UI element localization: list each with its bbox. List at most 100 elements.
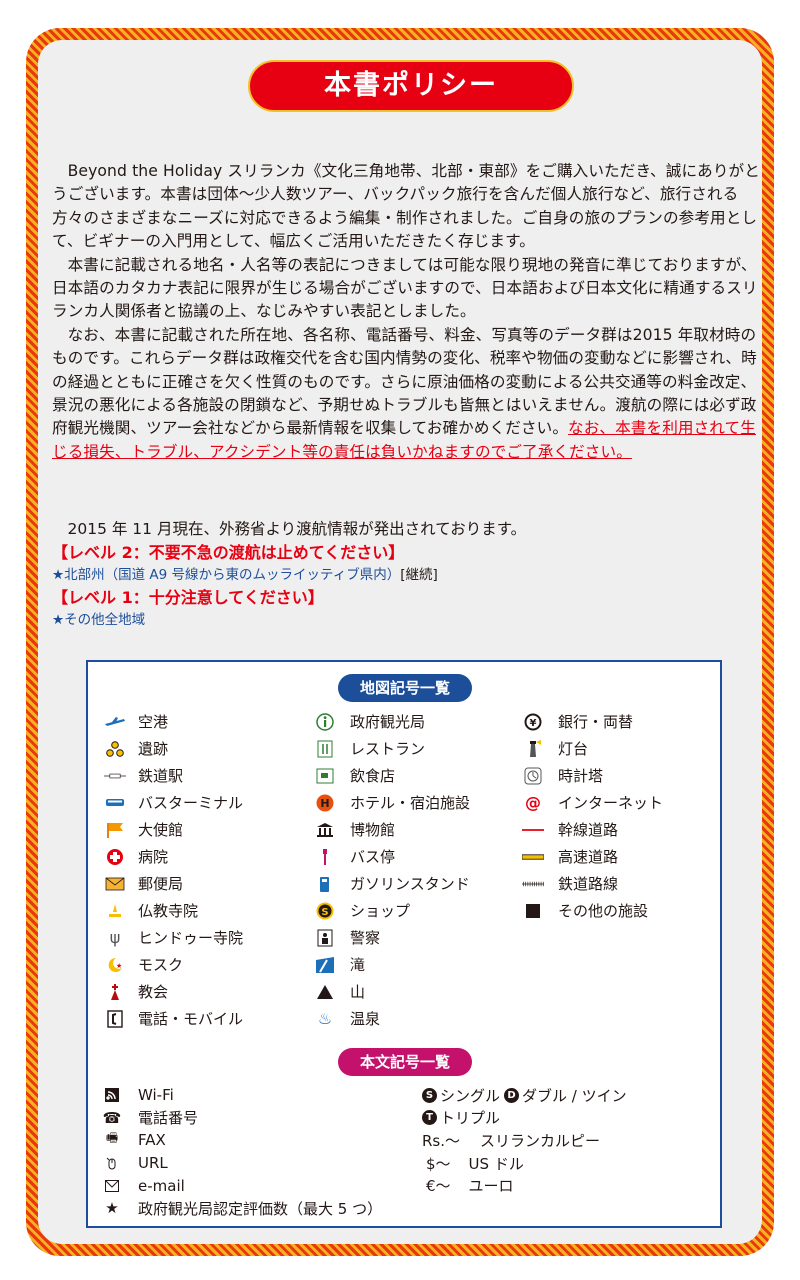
legend-item: 仏教寺院 xyxy=(104,897,243,924)
advisory-intro: 2015 年 11 月現在、外務省より渡航情報が発出されております。 xyxy=(67,520,527,538)
bus-terminal-icon xyxy=(104,794,126,812)
text-symbols-column-1: Wi-Fi ☎ 電話番号 🖷 FAX URL e-mail ★ 政府観光局認定評価数（… xyxy=(102,1084,383,1220)
map-symbols-heading: 地図記号一覧 xyxy=(338,674,472,702)
legend-item: 政府観光局 xyxy=(314,708,470,735)
shop-icon: S xyxy=(314,902,336,920)
advisory-level-1-area: ★その他全地域 xyxy=(52,612,146,628)
advisory-level-1: 【レベル 1：十分注意してください】 xyxy=(52,588,324,607)
buddhist-temple-icon xyxy=(104,902,126,920)
internet-icon: @ xyxy=(525,793,541,812)
paragraph-2: 本書に記載される地名・人名等の表記につきましては可能な限り現地の発音に準じており… xyxy=(52,255,758,321)
legend-item: ★ モスク xyxy=(104,951,243,978)
legend-item: Wi-Fi xyxy=(104,1084,382,1107)
legend-item: 山 xyxy=(314,978,470,1005)
legend-item: レストラン xyxy=(314,735,470,762)
train-station-icon xyxy=(104,767,126,785)
waterfall-icon xyxy=(314,956,336,974)
wifi-icon xyxy=(104,1086,120,1104)
legend-item: Rs.〜 スリランカルピー xyxy=(422,1131,601,1150)
currency-symbol: €〜 xyxy=(426,1177,451,1196)
legend-item: ¥ 銀行・両替 xyxy=(522,708,663,735)
legend-item: 高速道路 xyxy=(522,843,663,870)
advisory-level-2-area: ★北部州（国道 A9 号線から東のムッライッティブ県内）[継続] xyxy=(52,564,764,586)
page-title: 本書ポリシー xyxy=(248,60,574,112)
legend-item: ☎ 電話番号 xyxy=(102,1108,199,1128)
church-icon xyxy=(104,983,126,1001)
airport-icon xyxy=(104,713,126,731)
legend-item: バス停 xyxy=(314,843,470,870)
legend-item: 幹線道路 xyxy=(522,816,663,843)
gas-station-icon xyxy=(314,875,336,893)
page-frame: 本書ポリシー Beyond the Holiday スリランカ《文化三角地帯、北… xyxy=(26,28,774,1256)
legend-item: ψ ヒンドゥー寺院 xyxy=(104,924,243,951)
star-icon: ★ xyxy=(105,1199,119,1218)
mountain-icon xyxy=(314,983,336,1001)
legend-item: 博物館 xyxy=(314,816,470,843)
tourist-info-icon xyxy=(314,712,336,731)
legend-item: 滝 xyxy=(314,951,470,978)
legend-item: URL xyxy=(104,1152,382,1175)
text-symbols-column-2: S シングル D ダブル / ツイン T トリプル Rs.〜 スリランカルピー $〜 US … xyxy=(422,1084,627,1197)
currency-symbol: Rs.〜 xyxy=(422,1131,461,1150)
legend-item: 飲食店 xyxy=(314,762,470,789)
map-symbols-column-3: ¥ 銀行・両替 灯台 時計塔 @ インターネット 幹線道路 高速道路 鉄道路線 その… xyxy=(522,708,663,924)
legend-item: €〜 ユーロ xyxy=(426,1177,514,1196)
museum-icon xyxy=(314,821,336,839)
bus-stop-icon xyxy=(314,848,336,866)
hospital-icon xyxy=(104,848,126,866)
legend-item: 🖷 FAX xyxy=(105,1131,166,1150)
legend-item: e-mail xyxy=(104,1174,382,1197)
paragraph-3: なお、本書に記載された所在地、各名称、電話番号、料金、写真等のデータ群は2015… xyxy=(52,324,764,464)
police-icon xyxy=(314,929,336,947)
svg-text:H: H xyxy=(320,797,329,810)
legend-item: 病院 xyxy=(104,843,243,870)
ruins-icon xyxy=(104,740,126,758)
legend-item: H ホテル・宿泊施設 xyxy=(314,789,470,816)
legend-item: 大使館 xyxy=(104,816,243,843)
legend-item: T トリプル xyxy=(422,1107,627,1130)
symbol-legend: 地図記号一覧 空港 遺跡 鉄道駅 バスターミナル 大使館 病院 郵便局 仏教寺院… xyxy=(86,660,722,1228)
legend-item: 鉄道駅 xyxy=(104,762,243,789)
legend-item: 灯台 xyxy=(522,735,663,762)
svg-text:¥: ¥ xyxy=(530,718,537,729)
policy-text: Beyond the Holiday スリランカ《文化三角地帯、北部・東部》をご… xyxy=(52,160,764,464)
legend-item: 鉄道路線 xyxy=(522,870,663,897)
restaurant-icon xyxy=(314,740,336,758)
highway-icon xyxy=(522,848,544,866)
level-2-area-text: ★北部州（国道 A9 号線から東のムッライッティブ県内） xyxy=(52,567,401,583)
eatery-icon xyxy=(314,767,336,785)
legend-item: S シングル D ダブル / ツイン xyxy=(422,1084,627,1107)
svg-text:S: S xyxy=(321,907,328,918)
telephone-icon: ☎ xyxy=(102,1108,122,1127)
email-icon xyxy=(104,1177,120,1195)
currency-symbol: $〜 xyxy=(426,1154,451,1173)
advisory-level-2: 【レベル 2：不要不急の渡航は止めてください】 xyxy=(52,543,405,562)
bank-exchange-icon: ¥ xyxy=(522,713,544,731)
level-2-continued: [継続] xyxy=(400,567,438,583)
paragraph-1: Beyond the Holiday スリランカ《文化三角地帯、北部・東部》をご… xyxy=(52,162,760,251)
map-symbols-column-1: 空港 遺跡 鉄道駅 バスターミナル 大使館 病院 郵便局 仏教寺院 ψ ヒンドゥー… xyxy=(104,708,243,1032)
railway-icon xyxy=(522,875,544,893)
mosque-icon: ★ xyxy=(104,956,126,974)
phone-mobile-icon xyxy=(104,1009,126,1028)
legend-item: 時計塔 xyxy=(522,762,663,789)
legend-item: ♨ 温泉 xyxy=(314,1005,470,1032)
url-icon xyxy=(104,1154,120,1172)
legend-item: バスターミナル xyxy=(104,789,243,816)
legend-item: 遺跡 xyxy=(104,735,243,762)
lighthouse-icon xyxy=(522,739,544,758)
hot-spring-icon: ♨ xyxy=(317,1009,333,1028)
legend-item: ★ 政府観光局認定評価数（最大 5 つ） xyxy=(105,1199,383,1218)
legend-item: 教会 xyxy=(104,978,243,1005)
legend-item: 警察 xyxy=(314,924,470,951)
legend-item: ガソリンスタンド xyxy=(314,870,470,897)
map-symbols-column-2: 政府観光局 レストラン 飲食店 H ホテル・宿泊施設 博物館 バス停 ガソリンスタ… xyxy=(314,708,470,1032)
text-symbols-heading: 本文記号一覧 xyxy=(338,1048,472,1076)
svg-text:★: ★ xyxy=(116,962,122,970)
legend-item: 空港 xyxy=(104,708,243,735)
legend-item: $〜 US ドル xyxy=(426,1154,524,1173)
post-office-icon xyxy=(104,875,126,893)
content-panel: 本書ポリシー Beyond the Holiday スリランカ《文化三角地帯、北… xyxy=(38,40,762,1244)
legend-item: 郵便局 xyxy=(104,870,243,897)
legend-item: S ショップ xyxy=(314,897,470,924)
